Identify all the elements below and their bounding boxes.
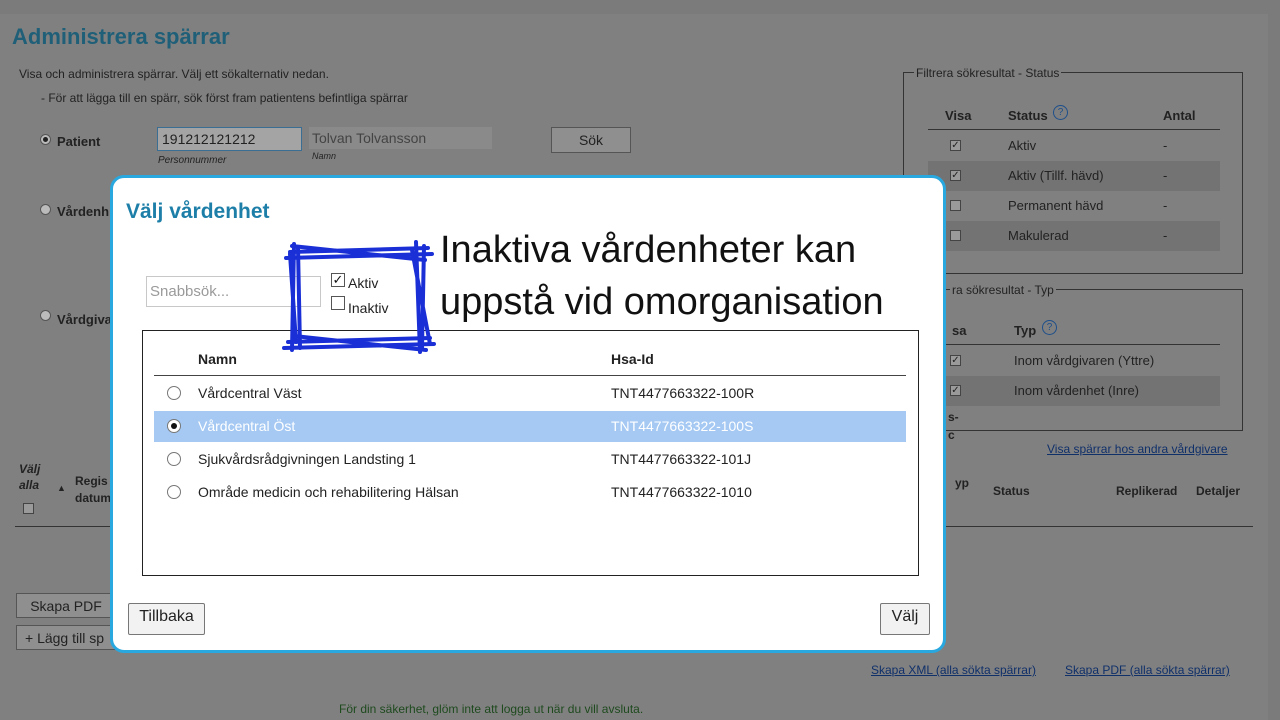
search-button[interactable]: Sök	[551, 127, 631, 153]
row-hsa: TNT4477663322-1010	[611, 484, 752, 500]
highlight-scribble	[282, 240, 436, 354]
row-hsa: TNT4477663322-100S	[611, 418, 754, 434]
row-name: Vårdcentral Väst	[198, 385, 302, 401]
vardgivare-radio[interactable]	[40, 310, 51, 321]
datum-header: datum	[75, 491, 111, 505]
annotation-line: Inaktiva vårdenheter kan	[440, 229, 857, 271]
type-row-label: Inom vårdenhet (Inre)	[1014, 383, 1140, 398]
list-item[interactable]: Område medicin och rehabilitering Hälsan…	[154, 477, 906, 508]
dialog-title: Välj vårdenhet	[126, 200, 270, 223]
page-title: Administrera spärrar	[12, 24, 230, 49]
row-hsa: TNT4477663322-101J	[611, 451, 752, 467]
vardenhet-list: Namn Hsa-Id Vårdcentral Väst TNT44776633…	[142, 330, 919, 576]
list-item[interactable]: Vårdcentral Väst TNT4477663322-100R	[154, 378, 906, 409]
valj-alla-checkbox[interactable]	[23, 503, 34, 514]
status-row-count: -	[1163, 228, 1168, 243]
status-col-visa: Visa	[945, 108, 972, 123]
row-name: Sjukvårdsrådgivningen Landsting 1	[198, 451, 416, 467]
type-filter-legend: ra sökresultat - Typ	[950, 283, 1056, 297]
status-row-checkbox[interactable]	[950, 230, 961, 241]
footer-text: För din säkerhet, glöm inte att logga ut…	[339, 702, 644, 716]
patient-radio[interactable]	[40, 134, 51, 145]
personnummer-input[interactable]: 191212121212	[157, 127, 302, 151]
row-radio[interactable]	[167, 452, 181, 466]
type-fragment: s-	[948, 410, 959, 424]
col-header-hsa: Hsa-Id	[611, 351, 654, 367]
status-row-count: -	[1163, 168, 1168, 183]
replikerad-header: Replikerad	[1116, 484, 1178, 498]
row-radio[interactable]	[167, 419, 181, 433]
status-filter-legend: Filtrera sökresultat - Status	[914, 66, 1062, 80]
type-row: ✓ Inom vårdgivaren (Yttre)	[940, 346, 1220, 376]
type-fragment: c	[948, 428, 955, 442]
typ-header: yp	[955, 476, 970, 490]
type-row-checkbox[interactable]: ✓	[950, 385, 961, 396]
annotation-line: uppstå vid omorganisation	[440, 281, 884, 323]
status-row-label: Aktiv	[1008, 138, 1037, 153]
registrerad-header[interactable]: Regis	[75, 474, 108, 488]
status-row-checkbox[interactable]: ✓	[950, 170, 961, 181]
help-icon[interactable]: ?	[1053, 105, 1068, 120]
vardgivare-label: Vårdgiva	[57, 312, 112, 327]
annotation-caption: Inaktiva vårdenheter kan uppstå vid omor…	[440, 224, 884, 328]
col-header-namn: Namn	[198, 351, 237, 367]
status-row-checkbox[interactable]: ✓	[950, 140, 961, 151]
vardenhet-label: Vårdenh	[57, 204, 110, 219]
type-row-checkbox[interactable]: ✓	[950, 355, 961, 366]
status-row-count: -	[1163, 138, 1168, 153]
row-hsa: TNT4477663322-100R	[611, 385, 755, 401]
status-row-label: Aktiv (Tillf. hävd)	[1008, 168, 1104, 183]
choose-button[interactable]: Välj	[880, 603, 930, 635]
status-row: Permanent hävd -	[928, 191, 1220, 221]
intro-subtext: - För att lägga till en spärr, sök först…	[41, 91, 408, 105]
back-button[interactable]: Tillbaka	[128, 603, 205, 635]
name-value: Tolvan Tolvansson	[312, 130, 427, 146]
status-row-checkbox[interactable]	[950, 200, 961, 211]
skapa-xml-link[interactable]: Skapa XML (alla sökta spärrar)	[871, 663, 1036, 677]
status-row-label: Permanent hävd	[1008, 198, 1104, 213]
type-row-label: Inom vårdgivaren (Yttre)	[1014, 353, 1155, 368]
skapa-pdf-button[interactable]: Skapa PDF	[16, 593, 116, 618]
patient-label: Patient	[57, 134, 101, 149]
help-icon[interactable]: ?	[1042, 320, 1057, 335]
status-row-label: Makulerad	[1008, 228, 1069, 243]
list-item[interactable]: Sjukvårdsrådgivningen Landsting 1 TNT447…	[154, 444, 906, 475]
valj-alla-label: Välj alla	[19, 462, 41, 492]
status-col-antal: Antal	[1163, 108, 1196, 123]
skapa-pdf-all-link[interactable]: Skapa PDF (alla sökta spärrar)	[1065, 663, 1230, 677]
status-row: ✓ Aktiv -	[928, 131, 1220, 161]
visa-andra-vardgivare-link[interactable]: Visa spärrar hos andra vårdgivare	[1047, 442, 1228, 456]
status-header-line	[928, 129, 1220, 130]
type-col-typ: Typ	[1014, 323, 1037, 338]
status-header: Status	[993, 484, 1030, 498]
type-col-visa: sa	[952, 323, 967, 338]
row-name: Område medicin och rehabilitering Hälsan	[198, 484, 459, 500]
list-item[interactable]: Vårdcentral Öst TNT4477663322-100S	[154, 411, 906, 442]
type-row: ✓ Inom vårdenhet (Inre)	[940, 376, 1220, 406]
sort-asc-icon[interactable]: ▲	[57, 483, 66, 493]
row-name: Vårdcentral Öst	[198, 418, 296, 434]
add-sparr-button[interactable]: + Lägg till sp	[16, 625, 116, 650]
name-hint: Namn	[312, 151, 337, 161]
intro-text: Visa och administrera spärrar. Välj ett …	[19, 67, 329, 81]
name-field: Tolvan Tolvansson	[309, 127, 492, 149]
status-col-status: Status	[1008, 108, 1048, 123]
status-row-count: -	[1163, 198, 1168, 213]
status-row: Makulerad -	[928, 221, 1220, 251]
detaljer-header: Detaljer	[1196, 484, 1241, 498]
vardenhet-radio[interactable]	[40, 204, 51, 215]
status-row: ✓ Aktiv (Tillf. hävd) -	[928, 161, 1220, 191]
list-header-line	[154, 375, 906, 376]
row-radio[interactable]	[167, 485, 181, 499]
row-radio[interactable]	[167, 386, 181, 400]
personnummer-hint: Personnummer	[158, 155, 227, 166]
type-header-line	[940, 344, 1220, 345]
